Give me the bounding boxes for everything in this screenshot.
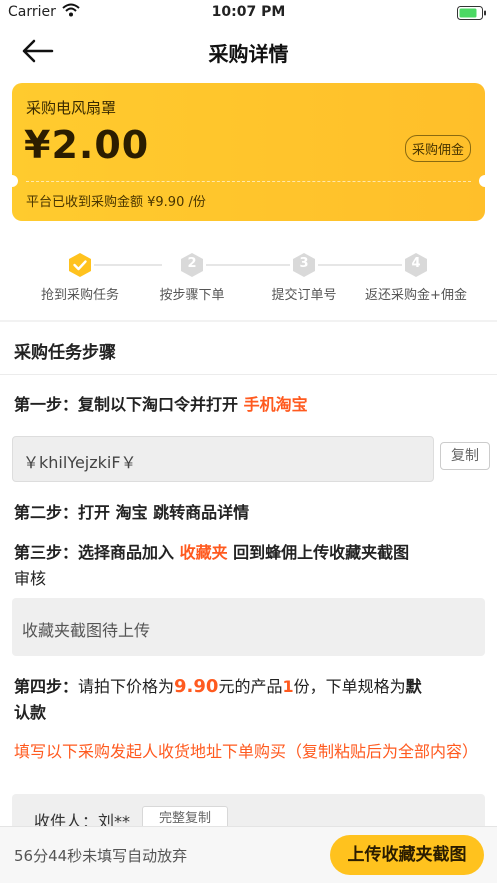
address-box: 收件人：刘** 完整复制 [12, 794, 485, 826]
step-four-spec1: 默 [405, 677, 422, 696]
received-amount: 平台已收到采购金额 ¥9.90 /份 [26, 195, 206, 210]
countdown-text: 56分44秒未填写自动放弃 [14, 847, 188, 865]
check-hexagon-icon [67, 252, 93, 278]
favorites-screenshot-upload[interactable]: 收藏夹截图待上传 [12, 598, 485, 656]
status-bar: Carrier 10:07 PM [0, 0, 497, 26]
address-note: 填写以下采购发起人收货地址下单购买（复制粘贴后为全部内容） [14, 742, 479, 761]
step-two: 第二步：打开 淘宝 跳转商品详情 [14, 503, 250, 522]
commission-price: ¥2.00 [24, 123, 150, 167]
commission-card: 采购电风扇罩 ¥2.00 采购佣金 平台已收到采购金额 ¥9.90 /份 [6, 83, 491, 221]
step-four-price: 9.90 [174, 676, 219, 697]
copy-code-button[interactable]: 复制 [440, 442, 490, 470]
step-four-c: 份，下单规格为 [293, 677, 406, 696]
divider [0, 374, 497, 375]
card-dashed-divider [26, 181, 471, 182]
step-label: 按步骤下单 [159, 288, 225, 303]
step-one-text: 第一步：复制以下淘口令并打开 [14, 395, 244, 414]
bottom-bar: 56分44秒未填写自动放弃 上传收藏夹截图 [0, 826, 497, 883]
step-refund: 4 返还采购金+佣金 [351, 252, 481, 303]
step-place-order: 2 按步骤下单 [127, 252, 257, 303]
step-three-rest: 回到蜂佣上传收藏夹截图 [227, 543, 410, 562]
step-three-line2: 审核 [14, 569, 47, 588]
step-three-text: 第三步：选择商品加入 [14, 543, 180, 562]
status-time: 10:07 PM [211, 4, 286, 20]
upload-screenshot-button[interactable]: 上传收藏夹截图 [330, 835, 484, 875]
commission-tag: 采购佣金 [404, 135, 471, 162]
hexagon-number-icon: 3 [291, 252, 317, 278]
page-title: 采购详情 [208, 42, 289, 66]
step-four-prefix: 第四步： [14, 677, 79, 696]
step-one: 第一步：复制以下淘口令并打开 手机淘宝 [14, 392, 308, 418]
step-three-highlight: 收藏夹 [179, 543, 228, 562]
step-three: 第三步：选择商品加入 收藏夹 回到蜂佣上传收藏夹截图 审核 [14, 540, 484, 592]
product-name: 采购电风扇罩 [26, 99, 117, 117]
step-grab-task: 抢到采购任务 [15, 252, 145, 303]
progress-steps: 抢到采购任务 2 按步骤下单 3 提交订单号 4 返还采购金+佣金 [0, 246, 497, 306]
nav-bar: 采购详情 [0, 26, 497, 76]
step-four: 第四步：请拍下价格为9.90元的产品1份，下单规格为默 认款 [14, 674, 484, 726]
step-four-b: 元的产品 [218, 677, 283, 696]
step-submit-order: 3 提交订单号 [239, 252, 369, 303]
battery-icon [457, 6, 487, 24]
task-steps-panel: 采购任务步骤 第一步：复制以下淘口令并打开 手机淘宝 ￥khilYejzkiF￥… [0, 322, 497, 826]
step-number: 3 [299, 256, 309, 271]
step-one-app: 手机淘宝 [243, 395, 308, 414]
step-number: 2 [187, 256, 197, 271]
step-four-spec2: 认款 [14, 703, 47, 722]
step-label: 提交订单号 [271, 288, 337, 303]
copy-all-button[interactable]: 完整复制 [142, 806, 228, 826]
card-notch-right [479, 175, 491, 187]
step-label: 返还采购金+佣金 [365, 288, 467, 303]
hexagon-number-icon: 4 [403, 252, 429, 278]
card-notch-left [6, 175, 18, 187]
recipient-name: 收件人：刘** [34, 812, 131, 826]
step-four-a: 请拍下价格为 [78, 677, 175, 696]
section-title: 采购任务步骤 [14, 343, 116, 363]
step-four-qty: 1 [282, 677, 294, 696]
hexagon-number-icon: 2 [179, 252, 205, 278]
top-area: 采购电风扇罩 ¥2.00 采购佣金 平台已收到采购金额 ¥9.90 /份 抢到采… [0, 76, 497, 320]
step-label: 抢到采购任务 [40, 288, 119, 303]
step-number: 4 [411, 256, 421, 271]
taobao-code-field: ￥khilYejzkiF￥ [12, 436, 434, 482]
